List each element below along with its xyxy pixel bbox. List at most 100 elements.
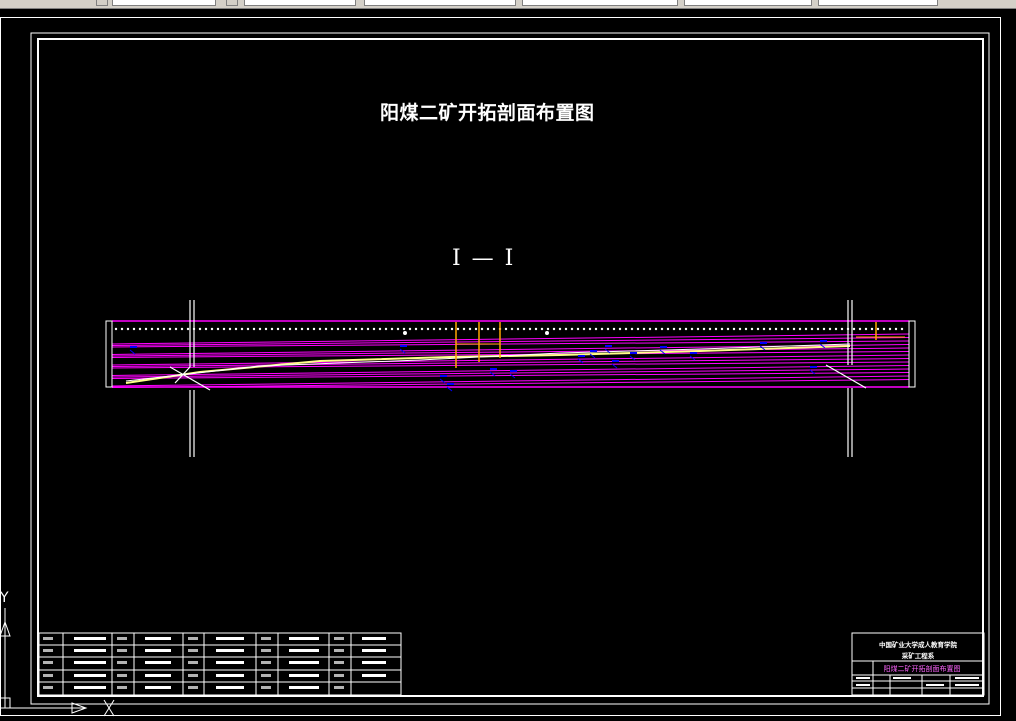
rock-dot <box>552 327 556 331</box>
table-label <box>43 637 53 640</box>
rock-dot <box>282 327 286 331</box>
table-label <box>334 637 344 640</box>
rock-dot <box>258 327 262 331</box>
rock-dot <box>882 327 886 331</box>
table-label <box>261 649 271 652</box>
rock-dot <box>660 327 664 331</box>
table-entry <box>216 686 244 689</box>
rock-dot <box>840 327 844 331</box>
annotation-mark <box>400 345 407 347</box>
rock-dot <box>900 327 904 331</box>
rock-dot <box>474 327 478 331</box>
table-entry <box>74 637 106 640</box>
table-label <box>334 661 344 664</box>
rock-dot <box>264 327 268 331</box>
table-label <box>117 686 127 689</box>
rock-dot <box>276 327 280 331</box>
rock-dot <box>336 327 340 331</box>
table-entry <box>216 661 244 664</box>
rock-dot <box>822 327 826 331</box>
rock-dot <box>612 327 616 331</box>
rock-dot <box>774 327 778 331</box>
table-entry <box>289 686 319 689</box>
annotation-mark <box>440 375 447 377</box>
rock-dot <box>894 327 898 331</box>
rock-dot <box>504 327 508 331</box>
rock-dot <box>132 327 136 331</box>
rock-dot <box>750 327 754 331</box>
right-end-hatch <box>908 320 916 388</box>
rock-dot <box>342 327 346 331</box>
annotation-tick <box>439 378 446 384</box>
annotation-mark <box>447 383 454 385</box>
annotation-mark <box>578 355 585 357</box>
rock-dot <box>480 327 484 331</box>
rock-dot <box>366 327 370 331</box>
section-label: Ⅰ — Ⅰ <box>452 246 516 271</box>
table-label <box>261 674 271 677</box>
point-marker <box>403 331 407 335</box>
rock-dot <box>534 327 538 331</box>
rock-dot <box>510 327 514 331</box>
table-entry <box>74 674 106 677</box>
rock-dot <box>726 327 730 331</box>
rock-dot <box>666 327 670 331</box>
table-label <box>188 649 198 652</box>
table-entry <box>289 637 319 640</box>
rock-dot <box>714 327 718 331</box>
cross-section <box>105 300 916 457</box>
rock-dot <box>390 327 394 331</box>
rock-dot <box>240 327 244 331</box>
rock-dot <box>738 327 742 331</box>
surface-rock-texture <box>114 327 904 331</box>
rock-dot <box>696 327 700 331</box>
rock-dot <box>648 327 652 331</box>
table-entry <box>289 674 319 677</box>
rock-dot <box>324 327 328 331</box>
rock-dot <box>348 327 352 331</box>
table-label <box>334 674 344 677</box>
table-entry <box>362 637 386 640</box>
rock-dot <box>138 327 142 331</box>
rock-dot <box>360 327 364 331</box>
rock-dot <box>864 327 868 331</box>
rock-dot <box>624 327 628 331</box>
rock-dot <box>216 327 220 331</box>
rock-dot <box>654 327 658 331</box>
sheet-border <box>30 32 990 705</box>
table-entry <box>216 637 244 640</box>
rock-dot <box>420 327 424 331</box>
rock-dot <box>414 327 418 331</box>
table-entry <box>145 637 171 640</box>
rock-dot <box>576 327 580 331</box>
rock-dot <box>762 327 766 331</box>
rock-dot <box>372 327 376 331</box>
rock-dot <box>180 327 184 331</box>
left-end-hatch <box>105 320 113 388</box>
rock-dot <box>168 327 172 331</box>
strata-lines <box>111 320 910 388</box>
title-block-org: 中国矿业大学成人教育学院 <box>879 641 957 649</box>
rock-dot <box>732 327 736 331</box>
rock-dot <box>546 327 550 331</box>
rock-dot <box>804 327 808 331</box>
table-entry <box>145 674 171 677</box>
rock-dot <box>798 327 802 331</box>
rock-dot <box>234 327 238 331</box>
table-entry <box>74 686 106 689</box>
table-entry <box>74 649 106 652</box>
table-entry <box>289 661 319 664</box>
rock-dot <box>294 327 298 331</box>
annotation-mark <box>690 352 697 354</box>
rock-dot <box>792 327 796 331</box>
rock-dot <box>312 327 316 331</box>
rock-dot <box>450 327 454 331</box>
annotation-mark <box>590 350 597 352</box>
rock-dot <box>426 327 430 331</box>
rock-dot <box>582 327 586 331</box>
table-entry <box>145 661 171 664</box>
rock-dot <box>594 327 598 331</box>
rock-dot <box>150 327 154 331</box>
rock-dot <box>114 327 118 331</box>
rock-dot <box>786 327 790 331</box>
